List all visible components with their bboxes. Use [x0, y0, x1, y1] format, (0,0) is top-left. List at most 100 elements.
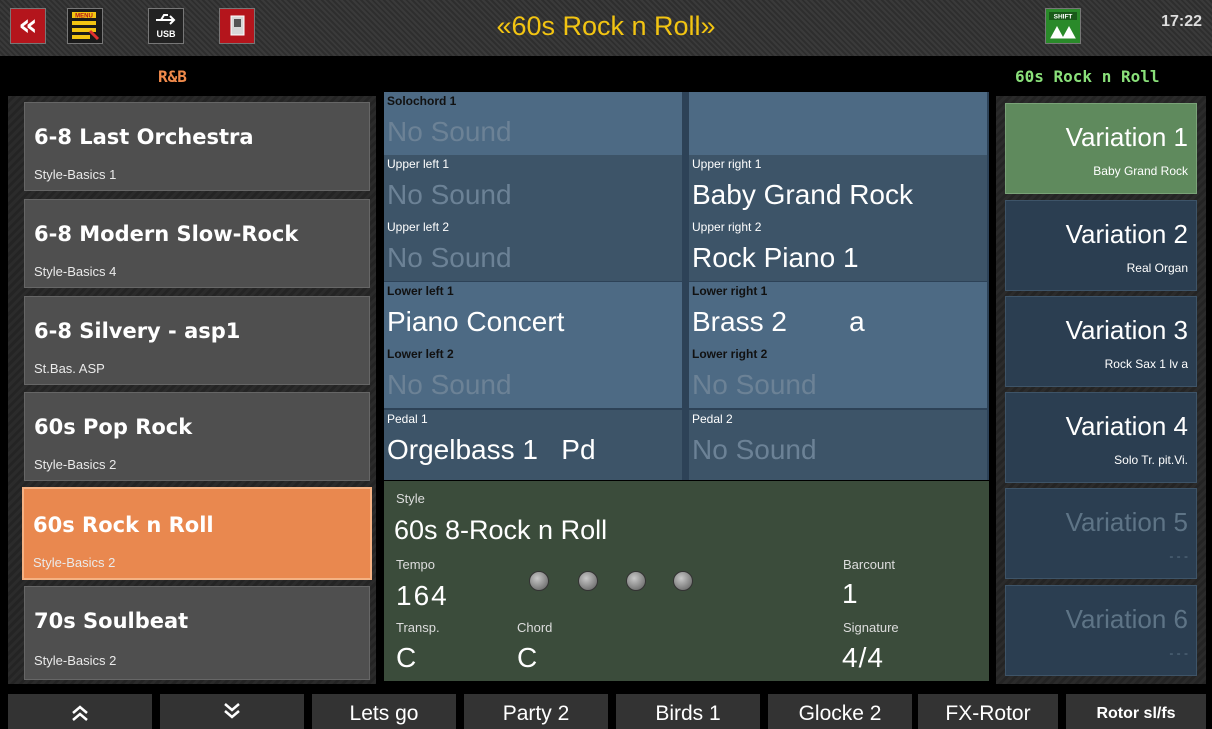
style-item[interactable]: 70s Soulbeat Style-Basics 2 [24, 586, 370, 680]
slot-sound: Piano Concert [387, 306, 565, 337]
slot-sound: Rock Piano 1 [692, 242, 859, 273]
slot-label: Lower right 2 [692, 347, 768, 361]
variation-sound: Baby Grand Rock [1093, 164, 1188, 178]
style-name: 6-8 Modern Slow-Rock [34, 222, 299, 246]
fx-birds-1-button[interactable]: Birds 1 [616, 694, 760, 729]
variation-sound: - - - [1169, 646, 1188, 660]
category-label: R&B [158, 67, 187, 86]
sound-slot-lower-right-1[interactable]: Lower right 1 Brass 2 a [689, 282, 987, 345]
slot-label: Lower right 1 [692, 284, 768, 298]
transpose-value[interactable]: C [396, 642, 416, 674]
style-item[interactable]: 6-8 Last Orchestra Style-Basics 1 [24, 102, 370, 191]
style-bank: St.Bas. ASP [34, 361, 105, 376]
variation-1-button[interactable]: Variation 1 Baby Grand Rock [1005, 103, 1197, 194]
style-name: 6-8 Last Orchestra [34, 125, 254, 149]
style-name: 60s Pop Rock [34, 415, 193, 439]
variation-4-button[interactable]: Variation 4 Solo Tr. pit.Vi. [1005, 392, 1197, 483]
signature-value: 4/4 [842, 642, 884, 673]
sound-slot-upper-right-2[interactable]: Upper right 2 Rock Piano 1 [689, 218, 987, 281]
variation-title: Variation 4 [1065, 411, 1188, 441]
style-bank: Style-Basics 1 [34, 167, 117, 182]
style-value: 60s 8-Rock n Roll [394, 515, 608, 545]
variation-title: Variation 5 [1065, 507, 1188, 537]
slot-sound: No Sound [692, 434, 817, 465]
variation-sound: Real Organ [1126, 261, 1188, 275]
variation-title: Variation 1 [1065, 122, 1188, 152]
style-label: Style [396, 491, 425, 506]
scroll-up-button[interactable] [8, 694, 152, 729]
beat-indicator-3 [626, 571, 646, 591]
slot-label: Upper left 2 [387, 220, 450, 234]
variation-5-button[interactable]: Variation 5 - - - [1005, 488, 1197, 579]
style-name: 70s Soulbeat [34, 609, 189, 633]
chord-value: C [517, 642, 538, 673]
shift-button[interactable]: SHIFT [1045, 8, 1081, 44]
style-item[interactable]: 6-8 Silvery - asp1 St.Bas. ASP [24, 296, 370, 385]
barcount-value: 1 [842, 578, 858, 609]
shift-icon: SHIFT [1049, 12, 1077, 39]
tempo-value[interactable]: 164 [396, 580, 449, 612]
variation-title: Variation 2 [1065, 219, 1188, 249]
sound-slot-upper-right-1[interactable]: Upper right 1 Baby Grand Rock [689, 155, 987, 218]
slot-sound: No Sound [387, 179, 512, 210]
style-name: 60s Rock n Roll [33, 513, 214, 537]
variation-6-button[interactable]: Variation 6 - - - [1005, 585, 1197, 676]
beat-indicator-2 [578, 571, 598, 591]
sound-slot-lower-right-2[interactable]: Lower right 2 No Sound [689, 345, 987, 408]
variation-sound: Rock Sax 1 lv a [1104, 357, 1188, 371]
slot-label: Upper right 1 [692, 157, 762, 171]
slot-label: Upper right 2 [692, 220, 762, 234]
sound-slot-solochord1[interactable]: Solochord 1 No Sound [384, 92, 682, 155]
slot-label: Pedal 2 [692, 412, 733, 426]
fx-glocke-2-button[interactable]: Glocke 2 [768, 694, 912, 729]
slot-sound: No Sound [387, 369, 512, 400]
beat-indicator-1 [529, 571, 549, 591]
slot-label: Lower left 1 [387, 284, 454, 298]
slot-sound: Brass 2 a [692, 306, 865, 337]
fx-lets-go-button[interactable]: Lets go [312, 694, 456, 729]
variation-3-button[interactable]: Variation 3 Rock Sax 1 lv a [1005, 296, 1197, 387]
slot-label: Lower left 2 [387, 347, 454, 361]
sound-slot-pedal-1[interactable]: Pedal 1 Orgelbass 1 Pd [384, 410, 682, 480]
fx-rotor-button[interactable]: FX-Rotor [918, 694, 1058, 729]
variation-title: Variation 6 [1065, 604, 1188, 634]
transpose-label: Transp. [396, 620, 440, 635]
style-item-selected[interactable]: 60s Rock n Roll Style-Basics 2 [22, 487, 372, 580]
style-item[interactable]: 60s Pop Rock Style-Basics 2 [24, 392, 370, 481]
variation-sound: - - - [1169, 549, 1188, 563]
style-bank: Style-Basics 2 [33, 555, 116, 570]
tempo-label: Tempo [396, 557, 436, 572]
sound-grid: Solochord 1 No Sound Upper left 1 No Sou… [384, 92, 989, 480]
current-style-label: 60s Rock n Roll [1015, 67, 1160, 86]
slot-sound: No Sound [387, 242, 512, 273]
style-item[interactable]: 6-8 Modern Slow-Rock Style-Basics 4 [24, 199, 370, 288]
slot-label: Upper left 1 [387, 157, 450, 171]
slot-label: Solochord 1 [387, 94, 457, 108]
sound-slot-upper-left-2[interactable]: Upper left 2 No Sound [384, 218, 682, 281]
signature-label: Signature [843, 620, 899, 635]
svg-text:SHIFT: SHIFT [1054, 14, 1073, 21]
sound-slot-lower-left-2[interactable]: Lower left 2 No Sound [384, 345, 682, 408]
variation-sound: Solo Tr. pit.Vi. [1114, 453, 1188, 467]
clock: 17:22 [1161, 13, 1202, 30]
sound-slot-upper-left-1[interactable]: Upper left 1 No Sound [384, 155, 682, 218]
style-bank: Style-Basics 2 [34, 653, 117, 668]
style-bank: Style-Basics 2 [34, 457, 117, 472]
rotor-slow-fast-button[interactable]: Rotor sl/fs [1066, 694, 1206, 729]
style-bank: Style-Basics 4 [34, 264, 117, 279]
scroll-down-button[interactable] [160, 694, 304, 729]
sound-slot-pedal-2[interactable]: Pedal 2 No Sound [689, 410, 987, 480]
beat-indicator-4 [673, 571, 693, 591]
fx-party-2-button[interactable]: Party 2 [464, 694, 608, 729]
sound-slot-lower-left-1[interactable]: Lower left 1 Piano Concert [384, 282, 682, 345]
slot-sound: Baby Grand Rock [692, 179, 913, 210]
style-name: 6-8 Silvery - asp1 [34, 319, 241, 343]
slot-sound: No Sound [692, 369, 817, 400]
variation-title: Variation 3 [1065, 315, 1188, 345]
slot-label: Pedal 1 [387, 412, 428, 426]
sound-slot-empty [689, 92, 987, 155]
slot-sound: Orgelbass 1 Pd [387, 434, 596, 465]
chord-label: Chord [517, 620, 553, 635]
variation-2-button[interactable]: Variation 2 Real Organ [1005, 200, 1197, 291]
bottom-bar: Lets go Party 2 Birds 1 Glocke 2 FX-Roto… [0, 694, 1212, 729]
